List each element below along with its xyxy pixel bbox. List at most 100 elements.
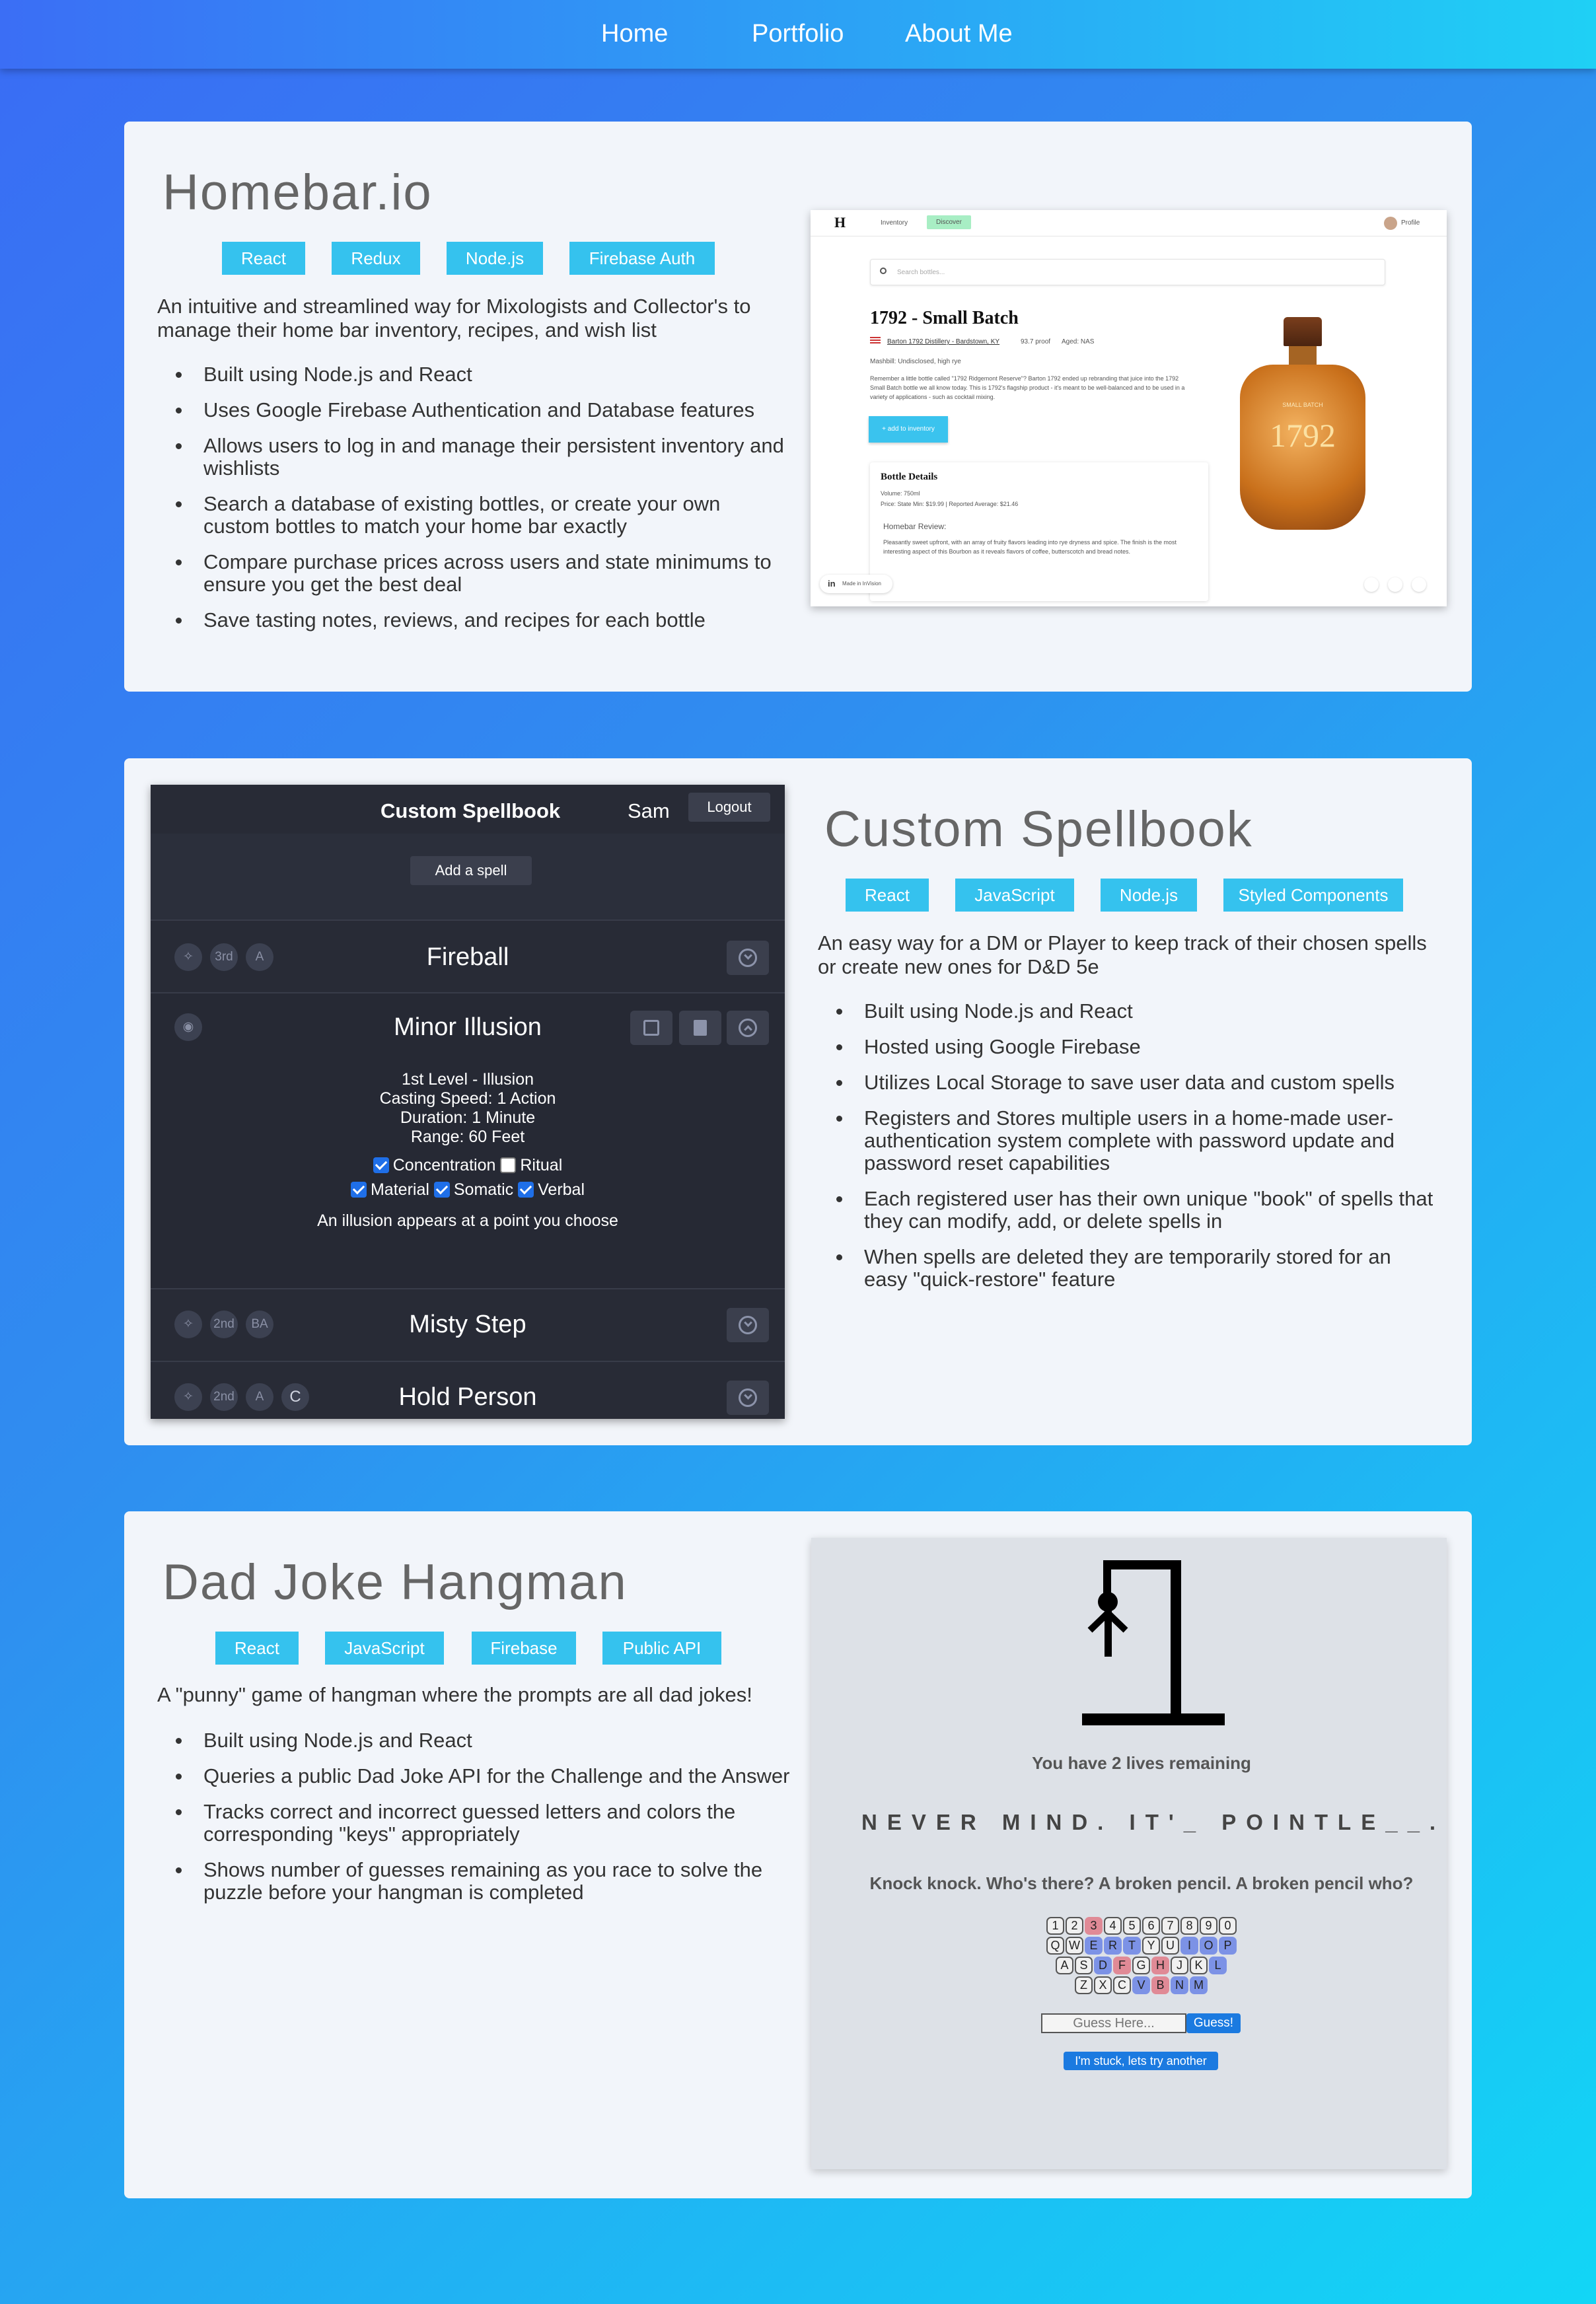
key-e[interactable]: E: [1085, 1937, 1103, 1955]
list-item: Save tasting notes, reviews, and recipes…: [157, 609, 785, 631]
key-o[interactable]: O: [1200, 1937, 1217, 1955]
add-to-inventory-button[interactable]: + add to inventory: [869, 416, 948, 443]
list-item: Uses Google Firebase Authentication and …: [157, 399, 785, 421]
spell-row-fireball[interactable]: ✧ 3rd A Fireball: [151, 919, 785, 992]
guess-input[interactable]: [1041, 2013, 1186, 2033]
logout-button[interactable]: Logout: [688, 793, 770, 822]
gallows-drawing: [1082, 1560, 1225, 1725]
expand-button[interactable]: [727, 1381, 769, 1415]
key-k[interactable]: K: [1190, 1957, 1208, 1974]
invision-badge[interactable]: in Made in InVision: [820, 575, 892, 593]
duration: Duration: 1 Minute: [400, 1108, 536, 1127]
distillery-link[interactable]: Barton 1792 Distillery - Bardstown, KY: [887, 338, 999, 345]
key-b[interactable]: B: [1151, 1976, 1169, 1994]
key-1[interactable]: 1: [1046, 1917, 1064, 1935]
spell-row-misty-step[interactable]: ✧ 2nd BA Misty Step: [151, 1288, 785, 1361]
key-l[interactable]: L: [1209, 1957, 1227, 1974]
expand-button[interactable]: [727, 1308, 769, 1342]
profile-link[interactable]: Profile: [1401, 219, 1420, 227]
casting-speed: Casting Speed: 1 Action: [379, 1089, 556, 1108]
key-t[interactable]: T: [1123, 1937, 1141, 1955]
key-5[interactable]: 5: [1123, 1917, 1141, 1935]
verbal-checkbox[interactable]: [518, 1182, 534, 1198]
keyboard: 1 2 3 4 5 6 7 8 9 0 Q W E R T Y U I O P …: [1046, 1917, 1238, 2003]
spell-row-hold-person[interactable]: ✧ 2nd A C Hold Person: [151, 1361, 785, 1419]
key-c[interactable]: C: [1113, 1976, 1131, 1994]
nav-portfolio-link[interactable]: Portfolio: [752, 20, 844, 48]
key-7[interactable]: 7: [1161, 1917, 1179, 1935]
key-i[interactable]: I: [1180, 1937, 1198, 1955]
bottle-about: Remember a little bottle called "1792 Ri…: [870, 375, 1185, 400]
code-icon[interactable]: [1388, 577, 1402, 592]
chevron-up-icon: [739, 1019, 757, 1037]
puzzle-answer: NEVER MIND. IT'_ POINTLE__.: [861, 1810, 1446, 1834]
concentration-checkbox[interactable]: [373, 1157, 389, 1173]
key-4[interactable]: 4: [1104, 1917, 1122, 1935]
key-x[interactable]: X: [1094, 1976, 1112, 1994]
list-item: Utilizes Local Storage to save user data…: [818, 1071, 1439, 1094]
lives-remaining: You have 2 lives remaining: [1032, 1753, 1251, 1773]
key-q[interactable]: Q: [1046, 1937, 1064, 1955]
homebar-screenshot[interactable]: H Inventory Discover Profile Search bott…: [811, 210, 1447, 606]
nav-about-link[interactable]: About Me: [905, 20, 1013, 48]
key-0[interactable]: 0: [1219, 1917, 1237, 1935]
spellbook-screenshot: Custom Spellbook Sam Logout Add a spell …: [151, 785, 785, 1419]
made-in-invision: Made in InVision: [842, 581, 881, 587]
key-n[interactable]: N: [1171, 1976, 1188, 1994]
collapse-button[interactable]: [727, 1011, 769, 1045]
key-v[interactable]: V: [1132, 1976, 1150, 1994]
range: Range: 60 Feet: [410, 1128, 525, 1146]
tag-firebase: Firebase: [472, 1632, 576, 1665]
tag-javascript: JavaScript: [955, 879, 1074, 912]
key-a[interactable]: A: [1056, 1957, 1073, 1974]
key-s[interactable]: S: [1075, 1957, 1093, 1974]
project-description: A "punny" game of hangman where the prom…: [157, 1683, 752, 1706]
tag-public-api: Public API: [602, 1632, 721, 1665]
add-spell-button[interactable]: Add a spell: [410, 856, 532, 885]
nav-home-link[interactable]: Home: [601, 20, 668, 48]
ritual-checkbox[interactable]: [500, 1157, 517, 1173]
key-d[interactable]: D: [1094, 1957, 1112, 1974]
tag-styled-components: Styled Components: [1223, 879, 1403, 912]
proof: 93.7 proof: [1021, 338, 1051, 345]
guess-button[interactable]: Guess!: [1186, 2013, 1241, 2033]
delete-button[interactable]: [679, 1011, 721, 1045]
spell-row-minor-illusion[interactable]: ◉ Minor Illusion 1st Level - Illusion Ca…: [151, 992, 785, 1288]
comment-icon[interactable]: [1364, 577, 1379, 592]
key-g[interactable]: G: [1132, 1957, 1150, 1974]
price: Price: State Min: $19.99 | Reported Aver…: [881, 501, 1019, 507]
material-checkbox[interactable]: [350, 1182, 367, 1198]
trash-icon: [694, 1020, 707, 1036]
somatic-checkbox[interactable]: [433, 1182, 450, 1198]
key-j[interactable]: J: [1171, 1957, 1188, 1974]
key-2[interactable]: 2: [1066, 1917, 1083, 1935]
key-f[interactable]: F: [1113, 1957, 1131, 1974]
grid-icon[interactable]: [1412, 577, 1426, 592]
key-9[interactable]: 9: [1200, 1917, 1217, 1935]
key-z[interactable]: Z: [1075, 1976, 1093, 1994]
key-p[interactable]: P: [1219, 1937, 1237, 1955]
spell-name: Misty Step: [409, 1311, 526, 1338]
key-u[interactable]: U: [1161, 1937, 1179, 1955]
key-w[interactable]: W: [1066, 1937, 1083, 1955]
bottle-label-number: 1792: [1270, 417, 1336, 454]
tab-inventory[interactable]: Inventory: [881, 219, 908, 227]
key-y[interactable]: Y: [1142, 1937, 1160, 1955]
key-6[interactable]: 6: [1142, 1917, 1160, 1935]
search-input[interactable]: Search bottles...: [870, 259, 1385, 285]
tag-firebase-auth: Firebase Auth: [569, 242, 715, 275]
list-item: Built using Node.js and React: [818, 1000, 1439, 1023]
tab-discover[interactable]: Discover: [927, 215, 971, 229]
key-h[interactable]: H: [1151, 1957, 1169, 1974]
key-8[interactable]: 8: [1180, 1917, 1198, 1935]
username: Sam: [628, 799, 670, 822]
key-m[interactable]: M: [1190, 1976, 1208, 1994]
expand-button[interactable]: [727, 941, 769, 975]
new-puzzle-button[interactable]: I'm stuck, lets try another: [1064, 2052, 1218, 2070]
key-r[interactable]: R: [1104, 1937, 1122, 1955]
list-item: Hosted using Google Firebase: [818, 1036, 1439, 1058]
top-nav: Home Portfolio About Me: [0, 0, 1596, 69]
edit-button[interactable]: [630, 1011, 672, 1045]
key-3[interactable]: 3: [1085, 1917, 1103, 1935]
joke-prompt: Knock knock. Who's there? A broken penci…: [869, 1873, 1414, 1893]
